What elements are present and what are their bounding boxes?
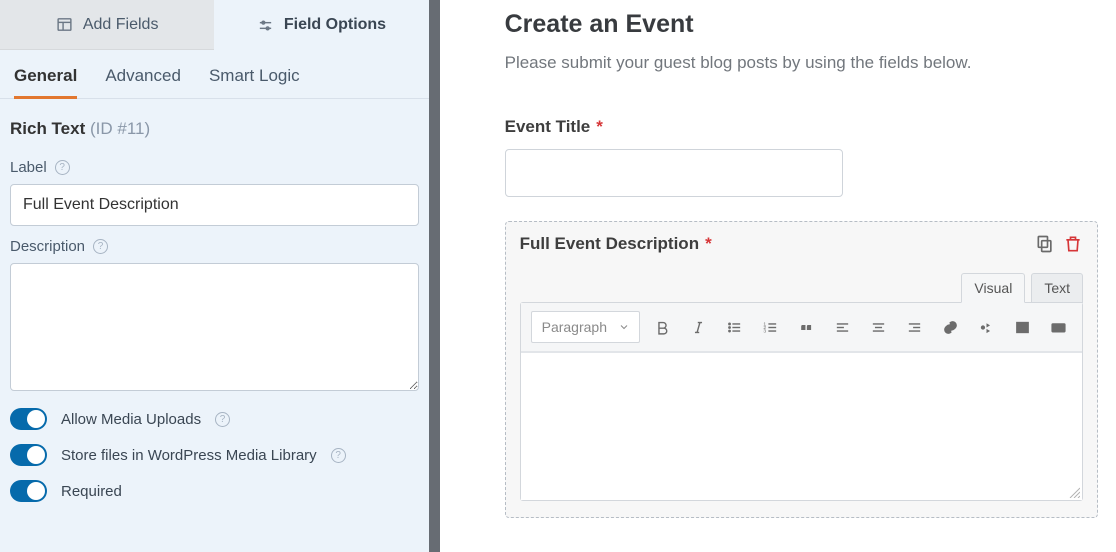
tab-add-fields[interactable]: Add Fields: [0, 0, 214, 50]
editor-toolbar: Paragraph 123: [521, 303, 1082, 352]
align-center-icon[interactable]: [864, 313, 892, 341]
event-title-field: Event Title *: [505, 117, 1098, 197]
rich-text-header: Full Event Description *: [520, 234, 1083, 254]
event-title-input[interactable]: [505, 149, 843, 197]
sidebar-main-tabs: Add Fields Field Options: [0, 0, 429, 50]
page-icon[interactable]: [1008, 313, 1036, 341]
bold-icon[interactable]: [648, 313, 676, 341]
description-input[interactable]: [10, 263, 419, 391]
tab-field-options[interactable]: Field Options: [214, 0, 428, 50]
page-title: Create an Event: [505, 10, 1098, 39]
editor-tab-visual[interactable]: Visual: [961, 273, 1025, 303]
svg-text:3: 3: [763, 328, 766, 334]
align-left-icon[interactable]: [828, 313, 856, 341]
trash-icon[interactable]: [1063, 234, 1083, 254]
toggle-knob: [27, 410, 45, 428]
panel-divider[interactable]: [429, 0, 441, 552]
media-icon[interactable]: [972, 313, 1000, 341]
gap: [440, 0, 504, 552]
ul-icon[interactable]: [720, 313, 748, 341]
duplicate-icon[interactable]: [1035, 234, 1055, 254]
sidebar-subtabs: General Advanced Smart Logic: [0, 50, 429, 99]
toggle-required-label: Required: [61, 483, 122, 500]
toggle-knob: [27, 482, 45, 500]
toggle-required-row: Required: [0, 466, 429, 502]
editor-body[interactable]: [521, 352, 1082, 500]
toggle-knob: [27, 446, 45, 464]
description-label-row: Description ?: [10, 238, 419, 255]
paragraph-dropdown-label: Paragraph: [542, 319, 607, 335]
description-section: Description ?: [0, 226, 429, 394]
rich-text-actions: [1035, 234, 1083, 254]
app-root: Add Fields Field Options General Advance…: [0, 0, 1116, 552]
sidebar: Add Fields Field Options General Advance…: [0, 0, 429, 552]
help-icon[interactable]: ?: [93, 239, 108, 254]
quote-icon[interactable]: [792, 313, 820, 341]
label-input[interactable]: [10, 184, 419, 226]
editor-tab-text[interactable]: Text: [1031, 273, 1083, 303]
link-icon[interactable]: [936, 313, 964, 341]
rich-text-label-row: Full Event Description *: [520, 234, 712, 254]
tab-field-options-label: Field Options: [284, 16, 386, 34]
required-asterisk: *: [705, 234, 712, 254]
subtab-general[interactable]: General: [14, 66, 77, 99]
ol-icon[interactable]: 123: [756, 313, 784, 341]
help-icon[interactable]: ?: [331, 448, 346, 463]
event-title-label-row: Event Title *: [505, 117, 1098, 137]
editor-box: Paragraph 123: [520, 302, 1083, 501]
rich-text-field[interactable]: Full Event Description * Visual Text: [505, 221, 1098, 518]
field-type-label: Rich Text: [10, 119, 85, 138]
resize-handle-icon[interactable]: [1068, 486, 1080, 498]
editor-tabs: Visual Text: [520, 272, 1083, 302]
toggle-allow-media-label: Allow Media Uploads: [61, 411, 201, 428]
italic-icon[interactable]: [684, 313, 712, 341]
paragraph-dropdown[interactable]: Paragraph: [531, 311, 640, 343]
label-label-row: Label ?: [10, 159, 419, 176]
align-right-icon[interactable]: [900, 313, 928, 341]
required-asterisk: *: [596, 117, 603, 137]
subtab-smart-logic[interactable]: Smart Logic: [209, 66, 300, 99]
help-icon[interactable]: ?: [55, 160, 70, 175]
toggle-store-files[interactable]: [10, 444, 47, 466]
page-subtitle: Please submit your guest blog posts by u…: [505, 53, 1098, 73]
label-text: Label: [10, 159, 47, 176]
toggle-allow-media-row: Allow Media Uploads ?: [0, 394, 429, 430]
field-title-row: Rich Text (ID #11): [0, 99, 429, 147]
help-icon[interactable]: ?: [215, 412, 230, 427]
subtab-advanced[interactable]: Advanced: [105, 66, 181, 99]
field-id-label: (ID #11): [90, 119, 150, 138]
label-section: Label ?: [0, 147, 429, 226]
toggle-required[interactable]: [10, 480, 47, 502]
chevron-down-icon: [619, 322, 629, 332]
event-title-label: Event Title: [505, 117, 591, 137]
layout-icon: [56, 16, 73, 33]
tab-add-fields-label: Add Fields: [83, 16, 159, 34]
toggle-allow-media[interactable]: [10, 408, 47, 430]
sliders-icon: [257, 17, 274, 34]
toggle-store-files-row: Store files in WordPress Media Library ?: [0, 430, 429, 466]
keyboard-icon[interactable]: [1044, 313, 1072, 341]
form-preview: Create an Event Please submit your guest…: [505, 0, 1116, 552]
toggle-store-files-label: Store files in WordPress Media Library: [61, 447, 317, 464]
rich-text-label: Full Event Description: [520, 234, 699, 254]
description-text: Description: [10, 238, 85, 255]
